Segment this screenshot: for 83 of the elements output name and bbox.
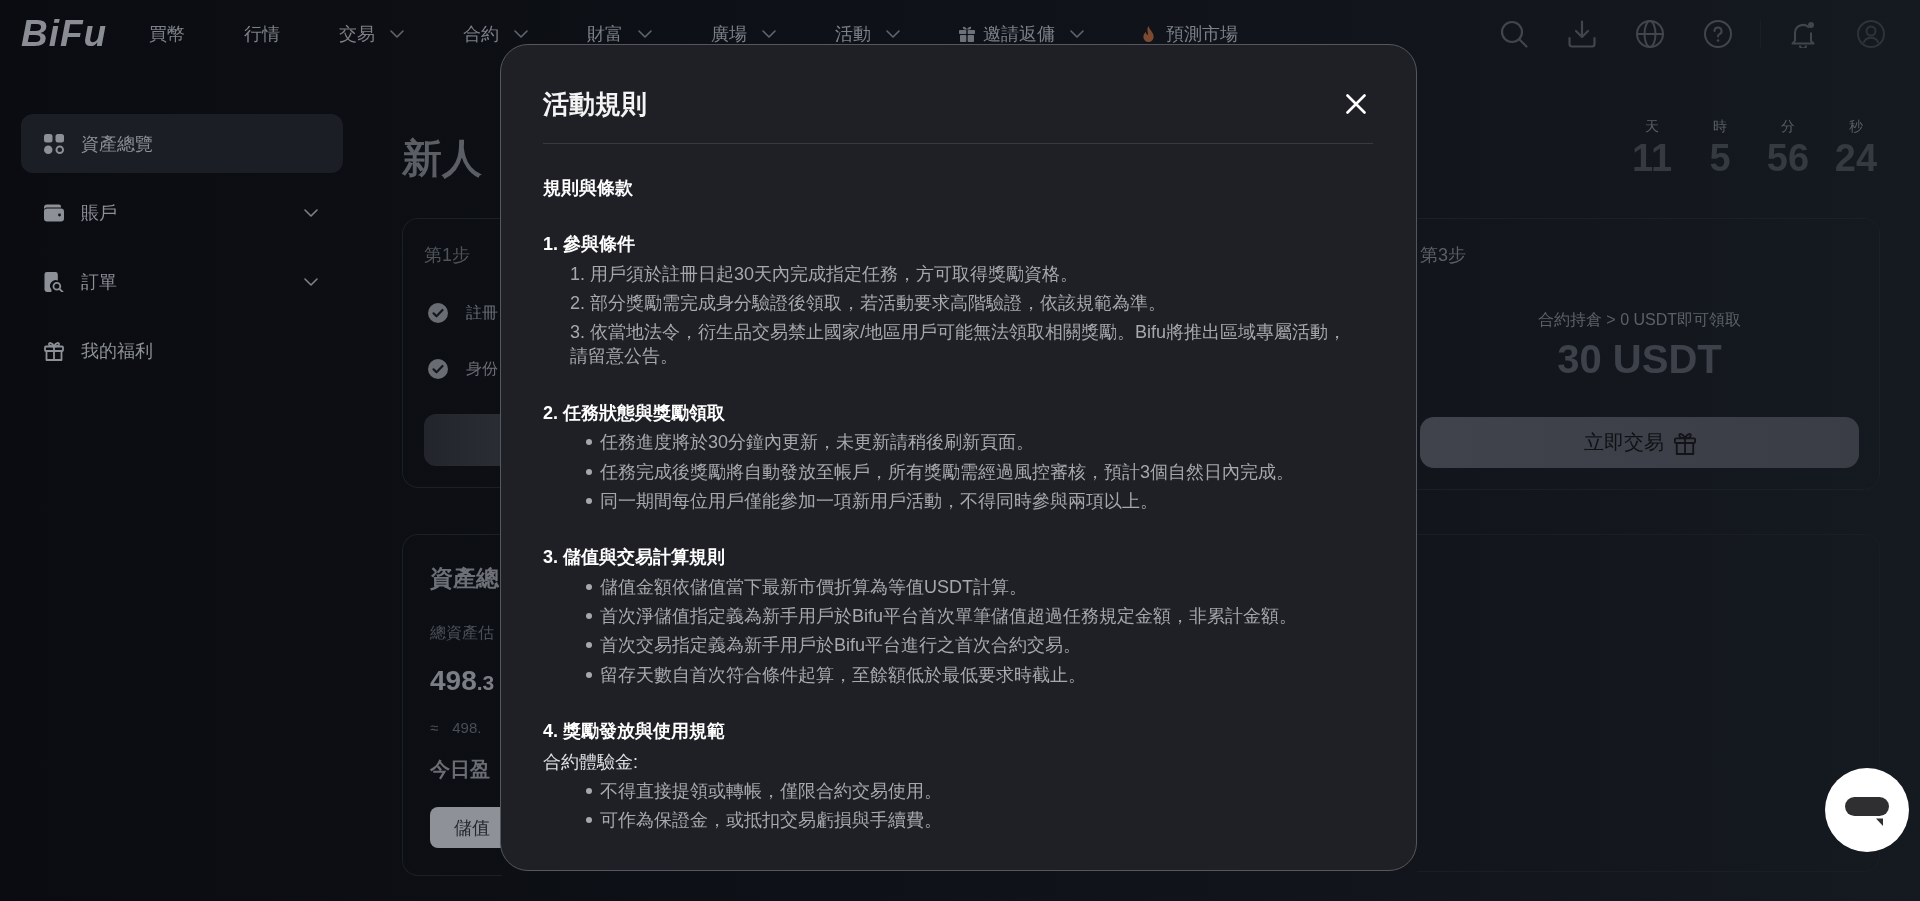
close-icon <box>1346 94 1366 114</box>
nav-link[interactable]: 行情 <box>244 22 281 46</box>
chevron-down-icon <box>304 208 318 217</box>
nav-menu[interactable]: 合約 <box>463 22 529 46</box>
bullet-icon <box>586 642 592 649</box>
rules-heading: 規則與條款 <box>543 177 633 200</box>
bullet-icon <box>586 817 592 824</box>
dashboard-icon <box>44 133 64 154</box>
sidebar-item[interactable]: 賬戶 <box>21 183 343 242</box>
bullet-icon <box>586 671 592 678</box>
bullet-icon <box>586 788 592 794</box>
help-icon[interactable] <box>1704 20 1732 48</box>
chat-bubble-icon <box>1845 797 1889 827</box>
gift-icon <box>1673 430 1696 455</box>
step-label: 第3步 <box>1420 244 1466 267</box>
countdown-unit: 分 <box>1781 117 1795 136</box>
pnl-label: 今日盈 <box>430 757 490 782</box>
rule-item: 同一期間每位用戶僅能參加一項新用戶活動，不得同時參與兩項以上。 <box>600 489 1158 513</box>
rule-item: 可作為保證金，或抵扣交易虧損與手續費。 <box>600 809 942 833</box>
section-title: 3. 儲值與交易計算規則 <box>543 546 725 570</box>
globe-icon[interactable] <box>1636 20 1664 48</box>
section-title: 4. 獎勵發放與使用規範 <box>543 720 725 744</box>
bullet-icon <box>586 497 592 504</box>
wallet-icon <box>44 202 64 223</box>
order-search-icon <box>44 271 64 292</box>
brand-logo[interactable]: BiFu <box>21 14 108 54</box>
section-title: 2. 任務狀態與獎勵領取 <box>543 401 725 425</box>
card-title: 資產總 <box>430 564 499 593</box>
countdown-unit: 秒 <box>1849 117 1863 136</box>
section-title: 1. 參與條件 <box>543 233 635 257</box>
approx-value: 498. <box>452 718 482 738</box>
chevron-down-icon <box>762 30 777 38</box>
task-label: 身份 <box>466 359 498 379</box>
gift-icon <box>959 26 976 42</box>
rule-item: 首次淨儲值指定義為新手用戶於Bifu平台首次單筆儲值超過任務規定金額，非累計金額。 <box>600 605 1298 628</box>
step-label: 第1步 <box>424 244 470 267</box>
countdown-unit: 天 <box>1645 117 1659 136</box>
nav-link[interactable]: 買幣 <box>149 22 186 46</box>
chevron-down-icon <box>638 30 653 38</box>
sidebar-item[interactable]: 訂單 <box>21 252 343 311</box>
rule-item: 任務完成後獎勵將自動發放至帳戶，所有獎勵需經過風控審核，預計3個自然日內完成。 <box>600 460 1294 484</box>
gift-icon <box>44 340 64 361</box>
balance-amount: 498.3 <box>430 664 495 698</box>
approx-sign: ≈ <box>430 718 439 738</box>
nav-menu[interactable]: 邀請返傭 <box>959 22 1085 46</box>
rule-item: 1. 用戶須於註冊日起30天內完成指定任務，方可取得獎勵資格。 <box>570 262 1079 286</box>
chevron-down-icon <box>1070 30 1085 38</box>
reward-condition: 合約持倉 > 0 USDT即可領取 <box>1537 310 1742 330</box>
sidebar-item[interactable]: 資產總覽 <box>21 114 343 173</box>
chevron-down-icon <box>390 30 405 38</box>
bullet-icon <box>586 468 592 475</box>
chevron-down-icon <box>514 30 529 38</box>
action-button[interactable] <box>424 414 502 466</box>
rule-item: 儲值金額依儲值當下最新市價折算為等值USDT計算。 <box>600 575 1027 599</box>
countdown-unit: 時 <box>1713 117 1727 136</box>
rule-item: 3. 依當地法令，衍生品交易禁止國家/地區用戶可能無法領取相關獎勵。Bifu將推出區域專屬活動，請留意公告。 <box>570 321 1348 369</box>
notification-bell-icon[interactable] <box>1789 20 1817 48</box>
nav-menu[interactable]: 交易 <box>339 22 405 46</box>
download-icon[interactable] <box>1568 20 1596 48</box>
rule-item: 不得直接提領或轉帳，僅限合約交易使用。 <box>600 780 942 803</box>
search-icon[interactable] <box>1500 20 1528 48</box>
nav-menu[interactable]: 活動 <box>835 22 901 46</box>
nav-menu[interactable]: 廣場 <box>711 22 777 46</box>
dialog-title: 活動規則 <box>543 88 647 121</box>
bullet-icon <box>586 583 592 590</box>
sidebar-item[interactable]: 我的福利 <box>21 321 343 380</box>
chevron-down-icon <box>304 277 318 286</box>
bullet-icon <box>586 439 592 446</box>
page-title: 新人 <box>402 135 482 182</box>
rule-item: 首次交易指定義為新手用戶於Bifu平台進行之首次合約交易。 <box>600 634 1082 658</box>
section-intro: 合約體驗金: <box>543 750 638 774</box>
rule-item: 任務進度將於30分鐘內更新，未更新請稍後刷新頁面。 <box>600 431 1035 455</box>
deposit-button[interactable]: 儲值 <box>430 807 502 848</box>
balance-label: 總資產估 <box>430 623 494 643</box>
bullet-icon <box>586 613 592 619</box>
user-icon[interactable] <box>1857 20 1885 48</box>
rule-item: 留存天數自首次符合條件起算，至餘額低於最低要求時截止。 <box>600 663 1086 687</box>
nav-link[interactable]: 預測市場 <box>1143 22 1239 46</box>
chevron-down-icon <box>886 30 901 38</box>
flame-icon <box>1143 26 1155 42</box>
rule-item: 2. 部分獎勵需完成身分驗證後領取，若活動要求高階驗證，依該規範為準。 <box>570 292 1166 316</box>
task-label: 註冊 <box>466 303 498 323</box>
nav-menu[interactable]: 財富 <box>587 22 653 46</box>
